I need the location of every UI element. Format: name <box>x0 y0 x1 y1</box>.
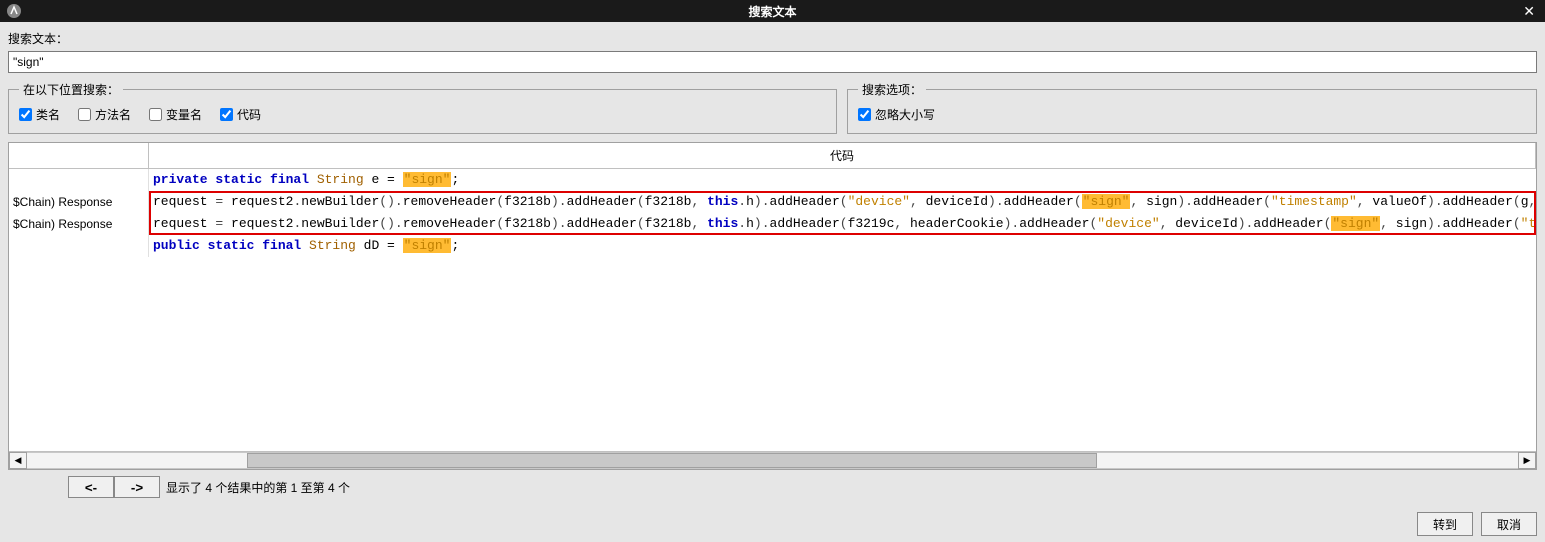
search-scope-fieldset: 在以下位置搜索： 类名 方法名 变量名 代码 <box>8 81 837 134</box>
code-row[interactable]: public static final String dD = "sign"; <box>149 235 1536 257</box>
code-token: String <box>317 172 364 187</box>
search-label: 搜索文本： <box>8 30 1537 47</box>
prev-button[interactable]: <- <box>68 476 114 498</box>
search-options-legend: 搜索选项： <box>858 81 926 98</box>
node-column-body: $Chain) Response $Chain) Response <box>9 169 149 257</box>
code-token: ; <box>451 238 459 253</box>
table-row[interactable] <box>9 169 148 191</box>
results-table: 代码 $Chain) Response $Chain) Response pri… <box>8 142 1537 470</box>
checkbox-ignore-case-label: 忽略大小写 <box>875 106 935 123</box>
scroll-thumb[interactable] <box>247 453 1097 468</box>
code-highlight: "sign" <box>403 172 452 187</box>
search-options-fieldset: 搜索选项： 忽略大小写 <box>847 81 1537 134</box>
search-scope-legend: 在以下位置搜索： <box>19 81 123 98</box>
table-row[interactable]: $Chain) Response <box>9 191 148 213</box>
checkbox-ignore-case-input[interactable] <box>858 108 871 121</box>
checkbox-class-name[interactable]: 类名 <box>19 106 60 123</box>
code-token: e = <box>364 172 403 187</box>
code-token: ; <box>451 172 459 187</box>
goto-button[interactable]: 转到 <box>1417 512 1473 536</box>
checkbox-code-input[interactable] <box>220 108 233 121</box>
code-token: String <box>309 238 356 253</box>
code-column-body: private static final String e = "sign"; … <box>149 169 1536 257</box>
search-input[interactable] <box>8 51 1537 73</box>
code-row[interactable]: private static final String e = "sign"; <box>149 169 1536 191</box>
next-button[interactable]: -> <box>114 476 160 498</box>
checkbox-method-name[interactable]: 方法名 <box>78 106 131 123</box>
scroll-left-icon[interactable]: ◀ <box>9 452 27 469</box>
horizontal-scrollbar[interactable]: ◀ ▶ <box>9 451 1536 469</box>
checkbox-ignore-case[interactable]: 忽略大小写 <box>858 106 935 123</box>
table-row[interactable]: $Chain) Response <box>9 213 148 235</box>
results-status: 显示了 4 个结果中的第 1 至第 4 个 <box>166 479 350 496</box>
code-highlight: "sign" <box>403 238 452 253</box>
checkbox-variable-name-input[interactable] <box>149 108 162 121</box>
checkbox-method-name-label: 方法名 <box>95 106 131 123</box>
code-row[interactable]: request = request2.newBuilder().removeHe… <box>149 213 1536 235</box>
column-header-code[interactable]: 代码 <box>149 143 1536 168</box>
code-token: dD = <box>356 238 403 253</box>
checkbox-variable-name-label: 变量名 <box>166 106 202 123</box>
checkbox-class-name-input[interactable] <box>19 108 32 121</box>
cancel-button[interactable]: 取消 <box>1481 512 1537 536</box>
table-row[interactable] <box>9 235 148 257</box>
checkbox-variable-name[interactable]: 变量名 <box>149 106 202 123</box>
code-token: private static final <box>153 172 317 187</box>
code-row[interactable]: request = request2.newBuilder().removeHe… <box>149 191 1536 213</box>
window-title: 搜索文本 <box>0 3 1545 20</box>
checkbox-code-label: 代码 <box>237 106 261 123</box>
checkbox-class-name-label: 类名 <box>36 106 60 123</box>
scroll-right-icon[interactable]: ▶ <box>1518 452 1536 469</box>
close-icon[interactable]: ✕ <box>1519 3 1539 20</box>
checkbox-method-name-input[interactable] <box>78 108 91 121</box>
titlebar: 搜索文本 ✕ <box>0 0 1545 22</box>
app-icon <box>6 3 22 19</box>
scroll-track[interactable] <box>27 452 1518 469</box>
checkbox-code[interactable]: 代码 <box>220 106 261 123</box>
column-header-node[interactable] <box>9 143 149 168</box>
code-token: public static final <box>153 238 309 253</box>
